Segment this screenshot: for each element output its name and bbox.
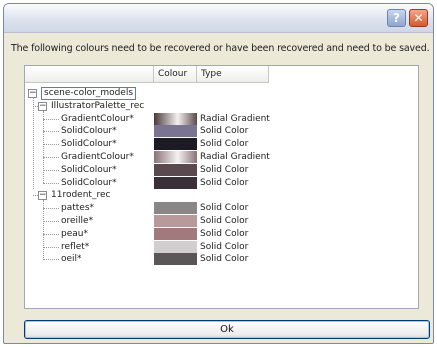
colour-type: Solid Color bbox=[200, 254, 249, 265]
tree-connector bbox=[43, 182, 59, 184]
tree-item-label[interactable]: peau* bbox=[61, 228, 88, 240]
tree-item-label[interactable]: GradientColour* bbox=[61, 151, 134, 163]
tree-connector bbox=[43, 169, 59, 171]
colour-type: Radial Gradient bbox=[200, 152, 270, 162]
tree-connector bbox=[43, 144, 59, 146]
help-button[interactable]: ? bbox=[387, 9, 406, 27]
colour-type: Solid Color bbox=[200, 241, 249, 252]
expander-toggle[interactable]: − bbox=[38, 191, 47, 201]
colour-type: Solid Color bbox=[200, 126, 249, 137]
tree-item-label[interactable]: oeil* bbox=[61, 253, 82, 265]
tree-connector bbox=[43, 259, 59, 261]
tree-item-label[interactable]: SolidColour* bbox=[61, 125, 117, 137]
colour-swatch bbox=[154, 151, 197, 163]
colour-swatch bbox=[154, 176, 197, 189]
colour-swatch bbox=[154, 253, 197, 266]
tree-connector bbox=[43, 208, 59, 210]
colour-swatch bbox=[154, 215, 197, 227]
tree-item-label[interactable]: GradientColour* bbox=[61, 113, 134, 125]
colour-tree-view[interactable]: Colour Type − scene-color_models − Illustra… bbox=[24, 65, 419, 309]
colour-swatch bbox=[154, 125, 197, 138]
tree-connector bbox=[33, 98, 34, 190]
colour-swatch bbox=[154, 240, 197, 253]
colour-swatch bbox=[154, 202, 197, 215]
tree-connector bbox=[43, 246, 59, 248]
dialog-message: The following colours need to be recover… bbox=[11, 43, 430, 54]
tree-item-label[interactable]: pattes* bbox=[61, 202, 94, 214]
tree-connector bbox=[43, 200, 44, 261]
column-header-type[interactable]: Type bbox=[197, 66, 269, 83]
tree-connector bbox=[43, 110, 44, 184]
colour-type: Solid Color bbox=[200, 139, 249, 150]
tree-connector bbox=[43, 221, 59, 222]
close-icon: ✕ bbox=[413, 11, 424, 25]
column-header-colour[interactable]: Colour bbox=[154, 66, 197, 83]
colour-type: Radial Gradient bbox=[200, 113, 270, 124]
tree-connector bbox=[43, 233, 59, 235]
colour-type: Solid Color bbox=[200, 164, 249, 175]
tree-connector bbox=[43, 131, 59, 133]
expander-toggle[interactable]: − bbox=[38, 101, 47, 111]
colour-swatch bbox=[154, 227, 197, 240]
ok-button[interactable]: Ok bbox=[24, 320, 430, 339]
tree-connector bbox=[43, 157, 59, 158]
colour-type: Solid Color bbox=[200, 216, 249, 226]
tree-connector bbox=[43, 118, 59, 120]
tree-group-label[interactable]: 11rodent_rec bbox=[51, 189, 110, 201]
colour-type: Solid Color bbox=[200, 228, 249, 239]
tree-item-label[interactable]: oreille* bbox=[61, 215, 93, 227]
tree-item-label[interactable]: reflet* bbox=[61, 241, 89, 253]
colour-type: Solid Color bbox=[200, 177, 249, 188]
column-header-name[interactable] bbox=[25, 66, 154, 83]
colour-swatch bbox=[154, 112, 197, 125]
tree-item-label[interactable]: SolidColour* bbox=[61, 164, 117, 176]
colour-swatch bbox=[154, 163, 197, 176]
colour-type: Solid Color bbox=[200, 203, 249, 214]
close-button[interactable]: ✕ bbox=[409, 9, 428, 27]
tree-item-label[interactable]: SolidColour* bbox=[61, 177, 117, 189]
expander-toggle[interactable]: − bbox=[28, 89, 37, 98]
tree-root-label[interactable]: scene-color_models bbox=[41, 87, 137, 100]
colour-swatch bbox=[154, 138, 197, 151]
tree-group-label[interactable]: IllustratorPalette_rec bbox=[51, 100, 144, 112]
tree-item-label[interactable]: SolidColour* bbox=[61, 138, 117, 150]
recover-colours-dialog: ? ✕ The following colours need to be rec… bbox=[3, 3, 434, 344]
question-icon: ? bbox=[393, 11, 400, 25]
title-bar: ? ✕ bbox=[4, 4, 433, 33]
